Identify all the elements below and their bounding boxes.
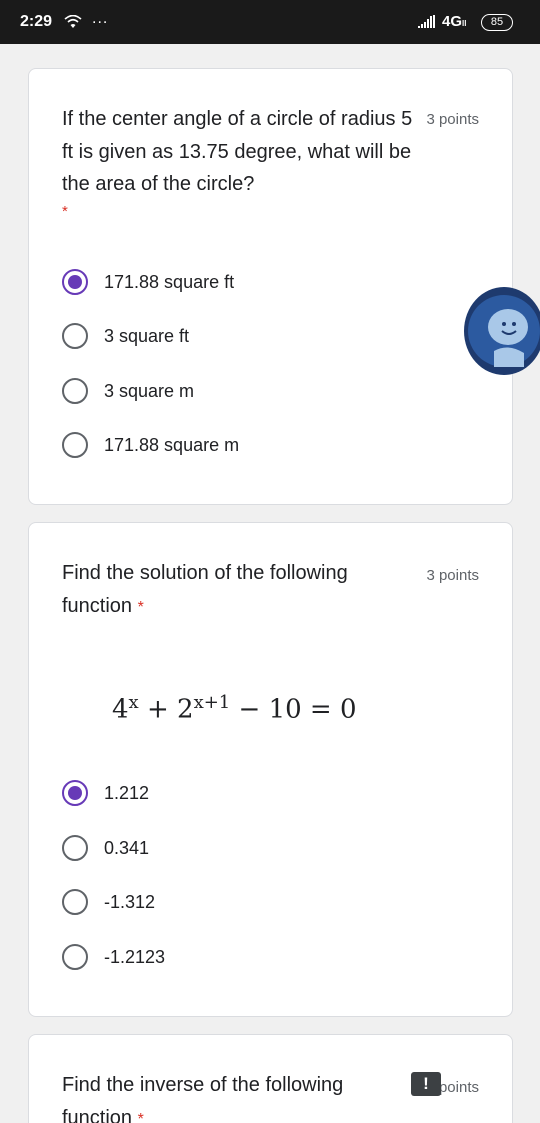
- radio-button[interactable]: [62, 378, 88, 404]
- radio-button-selected[interactable]: [62, 269, 88, 295]
- battery-icon: 85: [481, 14, 513, 31]
- option-label: 171.88 square m: [104, 434, 240, 455]
- question-title: Find the solution of the following funct…: [62, 562, 348, 617]
- option-1-212[interactable]: 1.212: [62, 779, 149, 807]
- question-title: If the center angle of a circle of radiu…: [62, 108, 413, 195]
- option-label: 0.341: [104, 837, 150, 858]
- signal-icon: [418, 15, 435, 28]
- status-time: 2:29: [20, 13, 53, 30]
- option-neg-1-312[interactable]: -1.312: [62, 888, 155, 916]
- option-0-341[interactable]: 0.341: [62, 834, 149, 862]
- question-card: Find the solution of the following funct…: [28, 522, 513, 1017]
- option-171-88-square-m[interactable]: 171.88 square m: [62, 431, 239, 459]
- points-label: 3 points: [426, 111, 479, 128]
- option-label: 1.212: [104, 782, 150, 803]
- status-bar: 2:29 ... 4Gll 85: [0, 0, 540, 44]
- option-label: -1.2123: [104, 946, 166, 967]
- option-neg-1-2123[interactable]: -1.2123: [62, 943, 165, 971]
- option-label: 171.88 square ft: [104, 271, 235, 292]
- radio-button[interactable]: [62, 889, 88, 915]
- option-label: -1.312: [104, 891, 156, 912]
- required-asterisk: *: [137, 1110, 144, 1123]
- question-title: Find the inverse of the following functi…: [62, 1069, 402, 1123]
- option-3-square-ft[interactable]: 3 square ft: [62, 322, 189, 350]
- required-asterisk: *: [137, 598, 144, 616]
- required-asterisk: *: [62, 203, 68, 220]
- option-3-square-m[interactable]: 3 square m: [62, 377, 194, 405]
- radio-button[interactable]: [62, 944, 88, 970]
- radio-button-selected[interactable]: [62, 780, 88, 806]
- equation: 4x + 2x+1 − 10 = 0: [112, 692, 357, 725]
- points-label: 3 points: [426, 567, 479, 584]
- wifi-icon: [64, 15, 82, 28]
- exclamation-icon[interactable]: !: [411, 1072, 441, 1096]
- network-sub: ll: [462, 19, 467, 28]
- option-label: 3 square m: [104, 380, 195, 401]
- chat-head-face-icon: [468, 295, 540, 367]
- question-card: If the center angle of a circle of radiu…: [28, 68, 513, 505]
- status-overflow-dots: ...: [92, 10, 109, 27]
- radio-button[interactable]: [62, 835, 88, 861]
- network-type: 4Gll: [442, 13, 467, 30]
- option-label: 3 square ft: [104, 325, 190, 346]
- radio-button[interactable]: [62, 432, 88, 458]
- radio-button[interactable]: [62, 323, 88, 349]
- chat-head-bubble-icon[interactable]: [464, 287, 540, 375]
- option-171-88-square-ft[interactable]: 171.88 square ft: [62, 268, 234, 296]
